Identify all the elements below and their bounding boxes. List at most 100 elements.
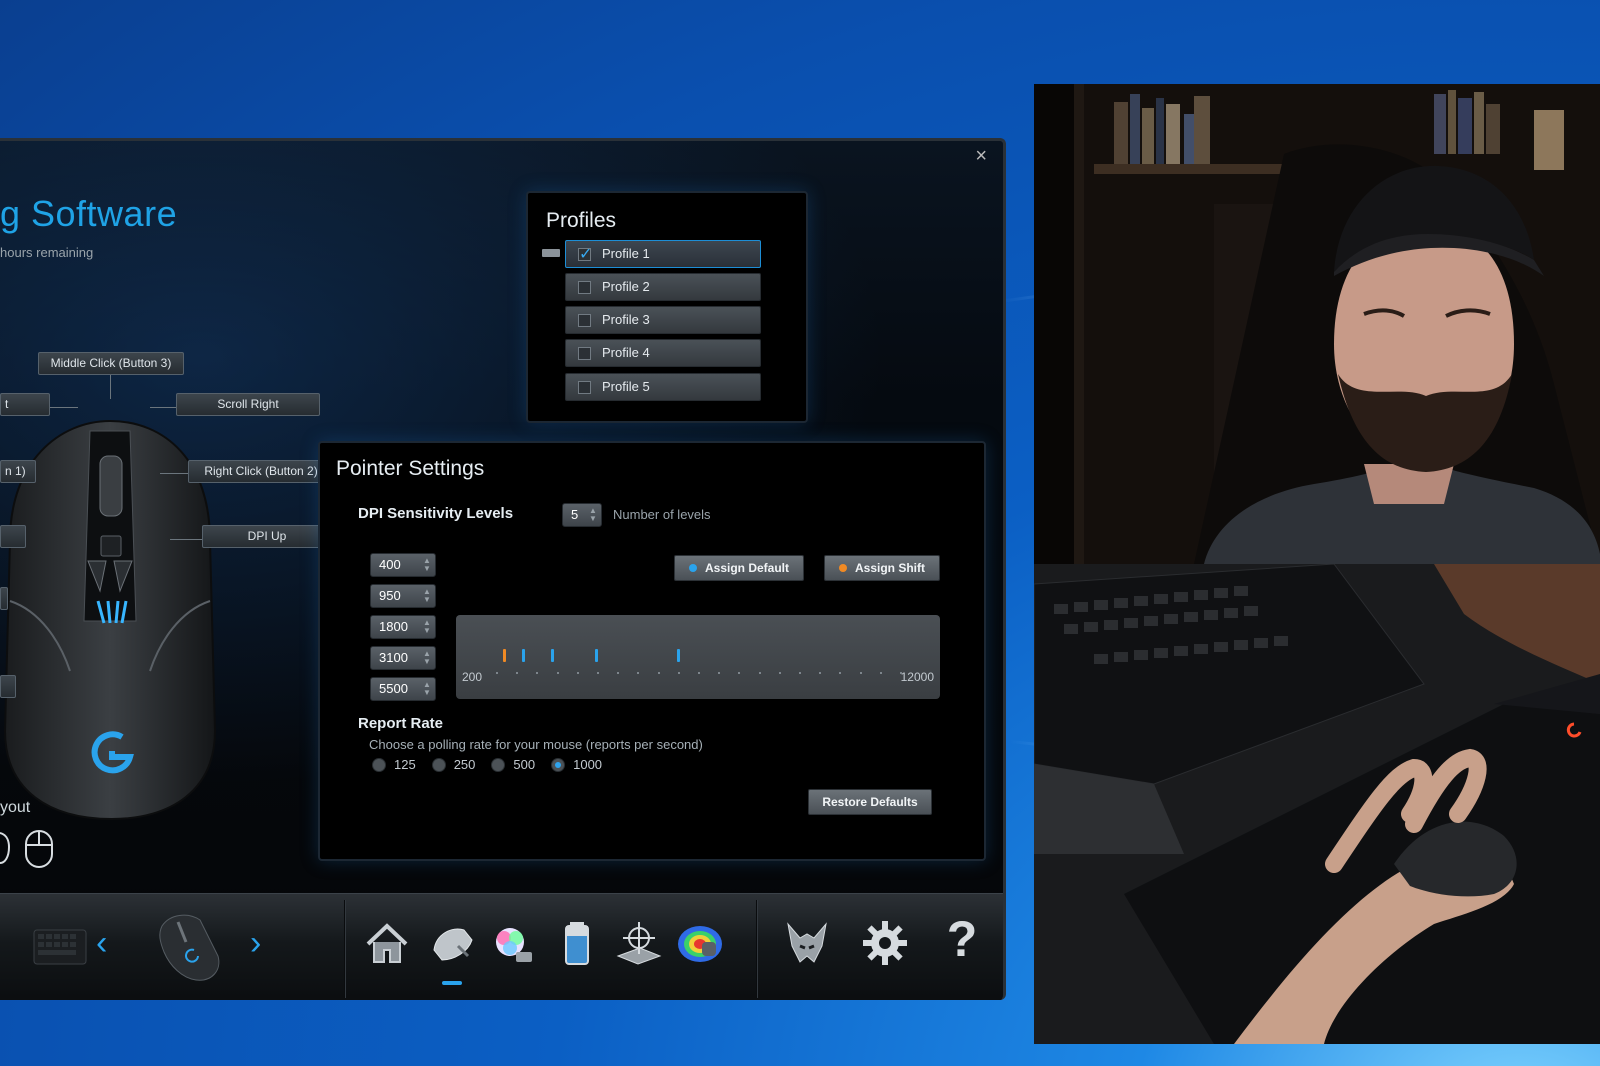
dpi-level-marker[interactable]	[677, 649, 681, 662]
toolbar-divider	[344, 900, 346, 998]
right-handed-mouse-icon[interactable]	[0, 829, 10, 865]
profile-item-4[interactable]: Profile 4	[565, 339, 761, 367]
report-rate-option-500[interactable]: 500	[491, 757, 535, 772]
report-rate-option-1000[interactable]: 1000	[551, 757, 602, 772]
report-rate-options: 125 250 500 1000	[372, 757, 602, 772]
dpi-level-marker[interactable]	[550, 649, 554, 662]
next-device-button[interactable]: ›	[250, 924, 261, 963]
callout-unlabeled[interactable]	[0, 525, 26, 548]
profile-item-3[interactable]: Profile 3	[565, 306, 761, 334]
callout-scroll-left[interactable]: t	[0, 393, 50, 416]
assign-shift-label: Assign Shift	[854, 561, 925, 575]
callout-leader	[170, 539, 202, 540]
dpi-level-3-field[interactable]: 1800 ▲ ▼	[370, 615, 436, 639]
slider-tick	[859, 672, 862, 674]
slider-tick	[516, 672, 519, 674]
dpi-level-marker[interactable]	[595, 649, 599, 662]
mouse-device-icon[interactable]	[148, 906, 228, 986]
profile-checkbox[interactable]	[578, 281, 591, 294]
arx-control-icon[interactable]	[780, 916, 834, 970]
slider-tick	[758, 672, 761, 674]
callout-left-click[interactable]: n 1)	[0, 460, 36, 483]
slider-tick	[718, 672, 721, 674]
dpi-level-5-field[interactable]: 5500 ▲ ▼	[370, 677, 436, 701]
profile-checkbox[interactable]	[578, 381, 591, 394]
dpi-level-2-field[interactable]: 950 ▲ ▼	[370, 584, 436, 608]
radio-button[interactable]	[491, 757, 506, 772]
radio-button[interactable]	[372, 757, 386, 772]
assign-shift-button[interactable]: Assign Shift	[824, 555, 940, 581]
slider-tick	[496, 672, 498, 674]
radio-label: 250	[453, 757, 476, 772]
prev-device-button[interactable]: ‹	[96, 924, 107, 963]
profile-item-5[interactable]: Profile 5	[565, 373, 761, 401]
callout-dpi-up[interactable]: DPI Up	[202, 525, 332, 548]
assign-default-button[interactable]: Assign Default	[674, 555, 804, 581]
callout-middle-click[interactable]: Middle Click (Button 3)	[38, 352, 184, 375]
slider-tick	[556, 672, 559, 674]
dpi-level-value: 950	[379, 588, 401, 603]
callout-unlabeled[interactable]	[0, 587, 8, 610]
active-tab-indicator	[442, 981, 462, 985]
dpi-level-value: 400	[379, 557, 401, 572]
left-handed-mouse-icon[interactable]	[24, 829, 54, 869]
spinner-arrows-icon[interactable]: ▲ ▼	[589, 507, 597, 523]
levels-count-spinner[interactable]: 5 ▲ ▼	[562, 503, 602, 527]
profile-item-1[interactable]: Profile 1	[565, 240, 761, 268]
home-icon[interactable]	[360, 916, 414, 970]
dpi-level-marker[interactable]	[521, 649, 525, 662]
assign-default-label: Assign Default	[704, 561, 789, 575]
callout-scroll-right[interactable]: Scroll Right	[176, 393, 320, 416]
app-title: g Software	[0, 193, 178, 234]
dpi-level-1-field[interactable]: 400 ▲ ▼	[370, 553, 436, 577]
profile-item-2[interactable]: Profile 2	[565, 273, 761, 301]
spinner-arrows-icon[interactable]: ▲ ▼	[423, 588, 431, 604]
restore-defaults-button[interactable]: Restore Defaults	[808, 789, 932, 815]
report-rate-description: Choose a polling rate for your mouse (re…	[369, 737, 703, 752]
profiles-title: Profiles	[546, 209, 617, 232]
slider-max-label: 12000	[900, 670, 934, 684]
spinner-arrows-icon[interactable]: ▲ ▼	[423, 681, 431, 697]
dpi-level-value: 5500	[379, 681, 408, 696]
profile-label: Profile 5	[602, 379, 650, 394]
report-rate-option-125[interactable]: 125	[372, 757, 416, 772]
surface-tuning-icon[interactable]	[612, 916, 666, 970]
profile-label: Profile 4	[602, 345, 650, 360]
lgs-window: × g Software hours remaining Middle Clic…	[0, 138, 1006, 1000]
toolbar-divider	[756, 900, 758, 998]
slider-min-label: 200	[462, 670, 483, 684]
callout-leader	[110, 375, 111, 399]
radio-label: 125	[394, 757, 416, 772]
dpi-level-4-field[interactable]: 3100 ▲ ▼	[370, 646, 436, 670]
slider-tick	[617, 672, 620, 674]
profile-checkbox[interactable]	[578, 314, 591, 327]
slider-tick	[738, 672, 741, 674]
close-button[interactable]: ×	[975, 145, 987, 168]
dpi-level-marker[interactable]	[502, 649, 506, 662]
radio-button[interactable]	[551, 757, 566, 772]
spinner-arrows-icon[interactable]: ▲ ▼	[423, 650, 431, 666]
dpi-slider-track[interactable]: 200 12000	[456, 615, 940, 699]
webcam-feed-desk	[1034, 564, 1600, 1044]
report-rate-option-250[interactable]: 250	[431, 757, 476, 772]
pointer-settings-icon[interactable]	[424, 916, 478, 970]
callout-right-click[interactable]: Right Click (Button 2)	[188, 460, 334, 483]
slider-tick	[576, 672, 579, 674]
slider-tick	[637, 672, 640, 674]
slider-tick	[879, 672, 882, 674]
slider-tick	[536, 672, 539, 674]
callout-unlabeled[interactable]	[0, 675, 16, 698]
spinner-arrows-icon[interactable]: ▲ ▼	[423, 619, 431, 635]
slider-tick	[819, 672, 822, 674]
settings-gear-icon[interactable]	[858, 916, 912, 970]
help-icon[interactable]: ?	[942, 910, 982, 967]
profile-label: Profile 2	[602, 279, 650, 294]
profile-checkbox[interactable]	[578, 242, 592, 268]
profile-checkbox[interactable]	[578, 347, 591, 360]
keyboard-device-icon[interactable]	[30, 916, 90, 970]
spinner-arrows-icon[interactable]: ▲ ▼	[423, 557, 431, 573]
radio-button[interactable]	[431, 757, 446, 772]
heatmap-icon[interactable]	[674, 916, 728, 970]
battery-icon[interactable]	[550, 916, 604, 970]
lighting-icon[interactable]	[486, 916, 540, 970]
